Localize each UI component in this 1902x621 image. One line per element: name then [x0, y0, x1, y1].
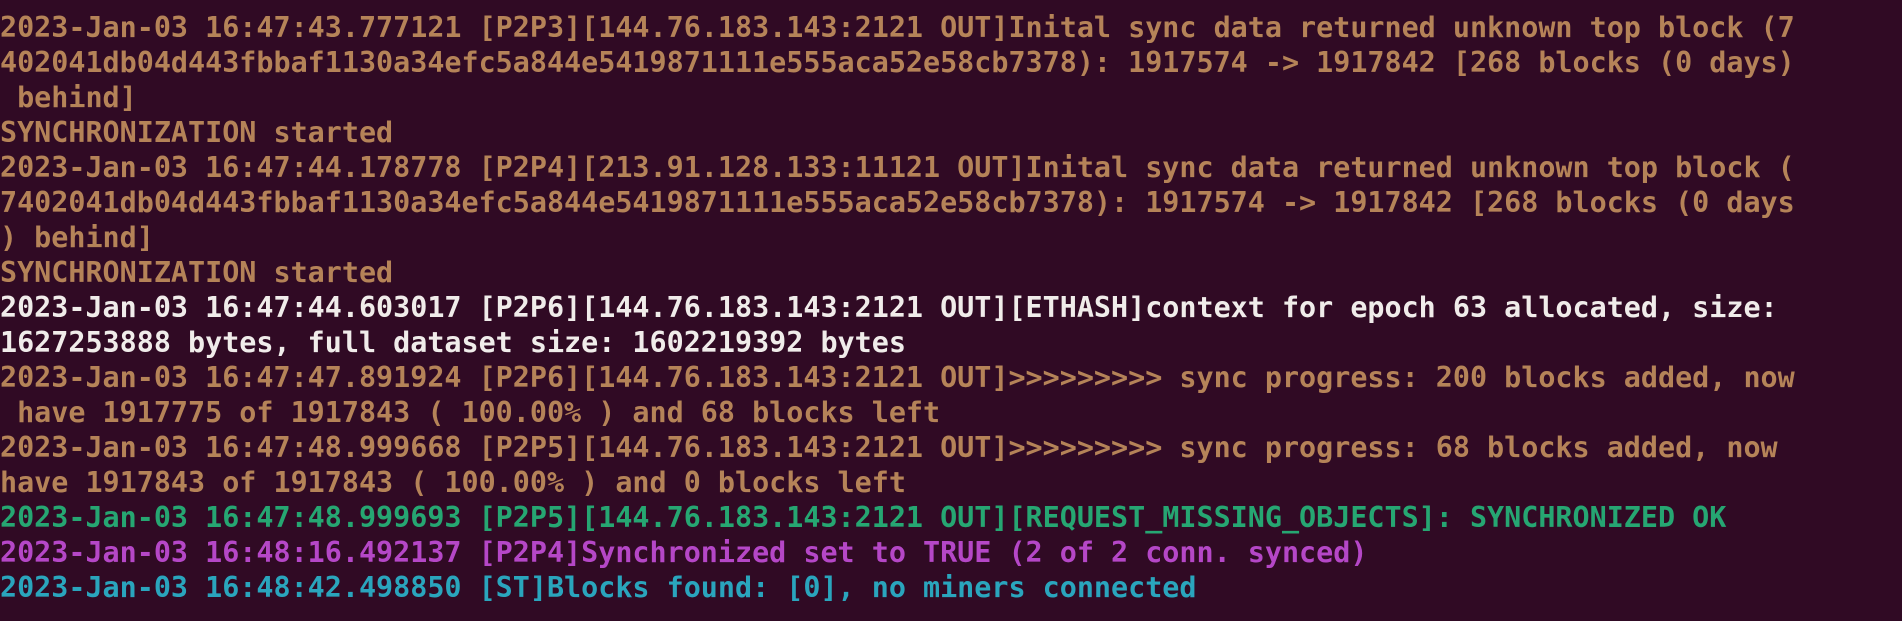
log-line: 2023-Jan-03 16:47:47.891924 [P2P6][144.7… [0, 361, 1795, 394]
log-line: 2023-Jan-03 16:47:48.999693 [P2P5][144.7… [0, 501, 1727, 534]
log-line: ) behind] [0, 221, 154, 254]
log-line: 2023-Jan-03 16:47:43.777121 [P2P3][144.7… [0, 11, 1795, 44]
log-line: 7402041db04d443fbbaf1130a34efc5a844e5419… [0, 186, 1795, 219]
log-line: SYNCHRONIZATION started [0, 256, 394, 289]
log-line: have 1917843 of 1917843 ( 100.00% ) and … [0, 466, 906, 499]
log-line: 402041db04d443fbbaf1130a34efc5a844e54198… [0, 46, 1795, 79]
log-line: 2023-Jan-03 16:48:42.498850 [ST]Blocks f… [0, 571, 1197, 604]
log-line: 2023-Jan-03 16:48:16.492137 [P2P4]Synchr… [0, 536, 1368, 569]
log-line: have 1917775 of 1917843 ( 100.00% ) and … [0, 396, 941, 429]
log-line: 2023-Jan-03 16:47:44.178778 [P2P4][213.9… [0, 151, 1795, 184]
log-line: 1627253888 bytes, full dataset size: 160… [0, 326, 906, 359]
log-line: SYNCHRONIZATION started [0, 116, 394, 149]
log-line: behind] [0, 81, 137, 114]
terminal-output[interactable]: 2023-Jan-03 16:47:43.777121 [P2P3][144.7… [0, 0, 1902, 621]
log-line: 2023-Jan-03 16:47:44.603017 [P2P6][144.7… [0, 291, 1778, 324]
log-line: 2023-Jan-03 16:47:48.999668 [P2P5][144.7… [0, 431, 1778, 464]
